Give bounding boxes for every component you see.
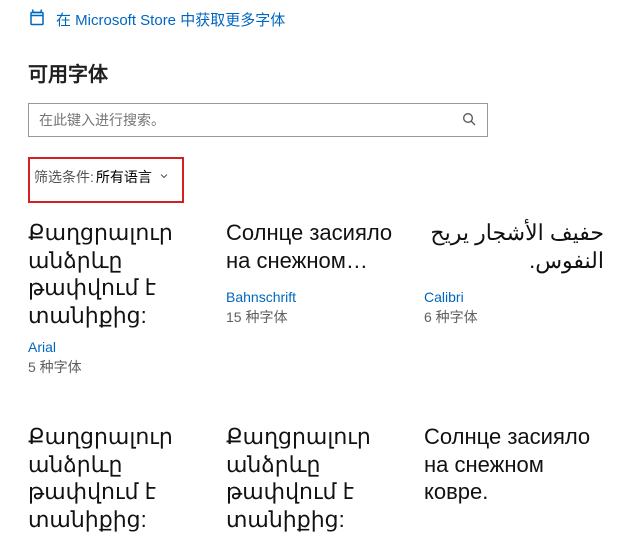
font-name: Arial <box>28 339 208 355</box>
font-name: Bahnschrift <box>226 289 406 305</box>
font-card[interactable]: Քաղցրալուր անձրևը թափվում է տանիքից: <box>28 423 208 543</box>
store-link-text: 在 Microsoft Store 中获取更多字体 <box>56 9 285 30</box>
font-card[interactable]: Солнце засияло на снежном… Bahnschrift 1… <box>226 219 406 377</box>
font-sample: Солнце засияло на снежном… <box>226 219 406 279</box>
font-count: 5 种字体 <box>28 357 208 377</box>
font-card[interactable]: Солнце засияло на снежном ковре. <box>424 423 604 543</box>
font-count: 15 种字体 <box>226 307 406 327</box>
font-sample: Քաղցրալուր անձրևը թափվում է տանիքից: <box>28 423 208 533</box>
shopping-bag-icon <box>28 8 46 30</box>
filter-dropdown[interactable]: 筛选条件: 所有语言 <box>28 157 184 203</box>
section-title: 可用字体 <box>28 58 604 87</box>
font-card[interactable]: حفيف الأشجار يريح النفوس. Calibri 6 种字体 <box>424 219 604 377</box>
filter-value: 所有语言 <box>96 167 152 187</box>
font-name: Calibri <box>424 289 604 305</box>
store-link[interactable]: 在 Microsoft Store 中获取更多字体 <box>28 8 604 30</box>
filter-label: 筛选条件: <box>34 167 94 187</box>
font-card[interactable]: Քաղցրալուր անձրևը թափվում է տանիքից: Ari… <box>28 219 208 377</box>
font-sample: Քաղցրալուր անձրևը թափվում է տանիքից: <box>28 219 208 329</box>
font-card[interactable]: Քաղցրալուր անձրևը թափվում է տանիքից: <box>226 423 406 543</box>
search-icon[interactable] <box>461 111 477 130</box>
font-count: 6 种字体 <box>424 307 604 327</box>
font-grid: Քաղցրալուր անձրևը թափվում է տանիքից: Ari… <box>28 219 604 543</box>
search-box[interactable] <box>28 103 488 137</box>
font-sample: Солнце засияло на снежном ковре. <box>424 423 604 506</box>
font-sample: حفيف الأشجار يريح النفوس. <box>424 219 604 279</box>
font-sample: Քաղցրալուր անձրևը թափվում է տանիքից: <box>226 423 406 533</box>
search-input[interactable] <box>39 112 461 128</box>
chevron-down-icon <box>158 169 170 185</box>
